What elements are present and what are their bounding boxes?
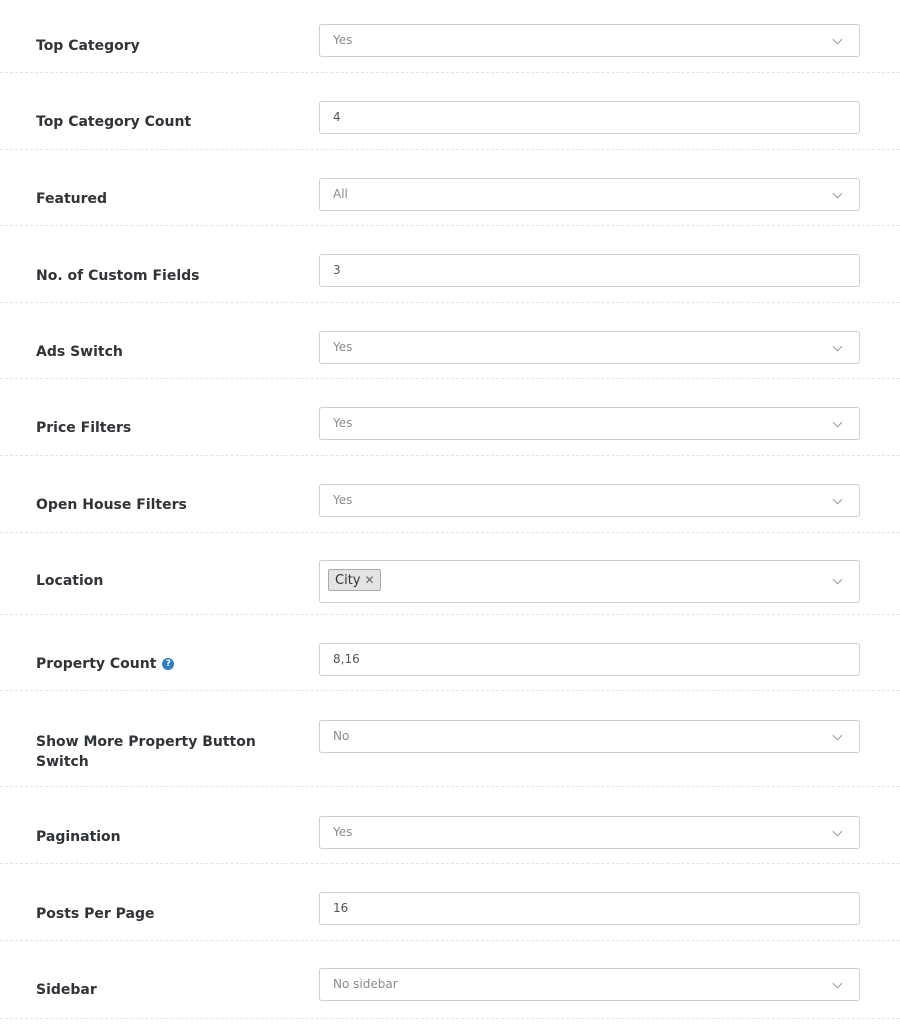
chevron-down-icon — [832, 417, 843, 428]
chevron-down-icon — [832, 34, 843, 45]
field-row-top-category: Top Category Yes — [0, 0, 900, 73]
property-count-value: 8,16 — [333, 652, 360, 666]
top-category-count-value: 4 — [333, 110, 341, 124]
sidebar-select[interactable]: No sidebar — [319, 968, 860, 1001]
field-row-location: Location City ✕ — [0, 533, 900, 615]
pagination-label: Pagination — [36, 829, 121, 845]
top-category-count-input[interactable]: 4 — [319, 101, 860, 134]
sidebar-label: Sidebar — [36, 982, 97, 998]
featured-label: Featured — [36, 191, 108, 207]
ads-switch-label: Ads Switch — [36, 344, 123, 360]
top-category-select[interactable]: Yes — [319, 24, 860, 57]
chevron-down-icon — [832, 574, 843, 585]
featured-select[interactable]: All — [319, 178, 860, 211]
posts-per-page-label: Posts Per Page — [36, 906, 155, 922]
chevron-down-icon — [832, 978, 843, 989]
open-house-filters-label: Open House Filters — [36, 497, 187, 513]
posts-per-page-input[interactable]: 16 — [319, 892, 860, 925]
field-row-featured: Featured All — [0, 150, 900, 226]
location-label: Location — [36, 573, 104, 589]
show-more-button-label: Show More Property Button Switch — [36, 734, 256, 770]
chevron-down-icon — [832, 494, 843, 505]
field-row-top-category-count: Top Category Count 4 — [0, 73, 900, 150]
chevron-down-icon — [832, 730, 843, 741]
top-category-value: Yes — [333, 33, 353, 47]
sidebar-value: No sidebar — [333, 977, 398, 991]
price-filters-select[interactable]: Yes — [319, 407, 860, 440]
posts-per-page-value: 16 — [333, 901, 349, 915]
field-row-show-more-button: Show More Property Button Switch No — [0, 691, 900, 787]
top-category-count-label: Top Category Count — [36, 114, 192, 130]
property-count-label-wrap: Property Count? — [36, 654, 286, 674]
field-row-open-house-filters: Open House Filters Yes — [0, 456, 900, 533]
field-row-sidebar: Sidebar No sidebar — [0, 941, 900, 1019]
field-row-custom-fields: No. of Custom Fields 3 — [0, 226, 900, 303]
remove-tag-icon[interactable]: ✕ — [364, 573, 374, 587]
ads-switch-select[interactable]: Yes — [319, 331, 860, 364]
location-tag-label: City — [335, 573, 361, 588]
top-category-label: Top Category — [36, 38, 140, 54]
location-tag: City ✕ — [328, 569, 381, 591]
chevron-down-icon — [832, 188, 843, 199]
field-row-property-count: Property Count? 8,16 — [0, 615, 900, 691]
help-icon[interactable]: ? — [162, 658, 175, 670]
location-multiselect[interactable]: City ✕ — [319, 560, 860, 603]
property-count-input[interactable]: 8,16 — [319, 643, 860, 676]
open-house-filters-select[interactable]: Yes — [319, 484, 860, 517]
chevron-down-icon — [832, 341, 843, 352]
custom-fields-value: 3 — [333, 263, 341, 277]
price-filters-value: Yes — [333, 416, 353, 430]
chevron-down-icon — [832, 826, 843, 837]
custom-fields-label: No. of Custom Fields — [36, 268, 200, 284]
property-count-label: Property Count — [36, 656, 157, 672]
open-house-filters-value: Yes — [333, 493, 353, 507]
field-row-ads-switch: Ads Switch Yes — [0, 303, 900, 379]
show-more-button-select[interactable]: No — [319, 720, 860, 753]
field-row-posts-per-page: Posts Per Page 16 — [0, 864, 900, 941]
field-row-price-filters: Price Filters Yes — [0, 379, 900, 456]
pagination-value: Yes — [333, 825, 353, 839]
pagination-select[interactable]: Yes — [319, 816, 860, 849]
featured-value: All — [333, 187, 348, 201]
show-more-button-value: No — [333, 729, 350, 743]
price-filters-label: Price Filters — [36, 420, 132, 436]
custom-fields-input[interactable]: 3 — [319, 254, 860, 287]
settings-form: Top Category Yes Top Category Count 4 Fe… — [0, 0, 900, 1035]
field-row-pagination: Pagination Yes — [0, 787, 900, 864]
ads-switch-value: Yes — [333, 340, 353, 354]
